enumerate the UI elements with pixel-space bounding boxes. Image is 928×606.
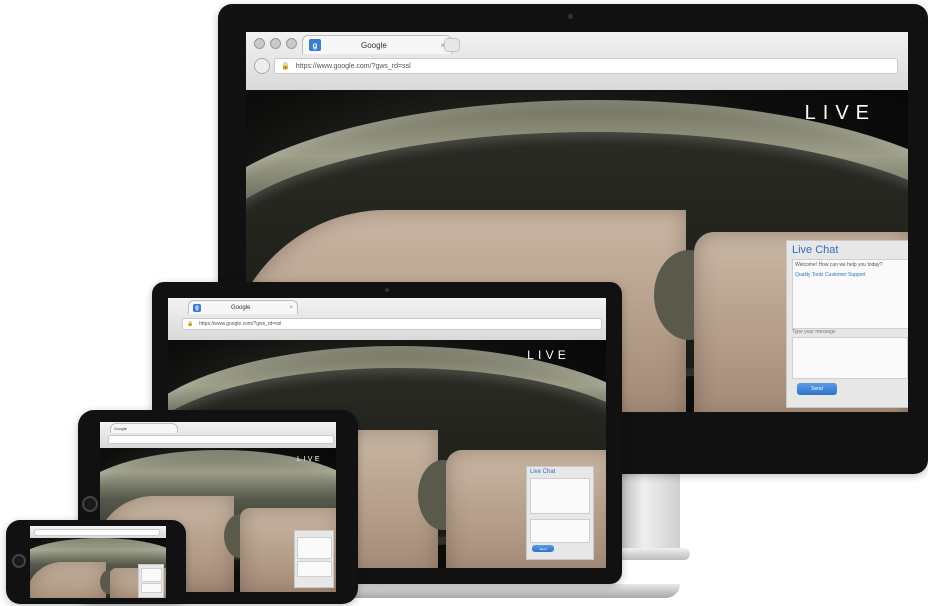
monitor-camera-icon [568,14,573,19]
browser-tab[interactable]: g Google × [188,300,298,314]
browser-chrome: Google [100,422,336,449]
address-bar[interactable] [108,435,334,444]
chat-send-button[interactable]: Send [532,545,554,552]
phone-screen [30,526,166,598]
chat-transcript: Welcome! How can we help you today? Qual… [792,259,908,329]
chat-transcript [141,568,162,582]
address-bar[interactable]: 🔒 https://www.google.com/?gws_rd=ssl [182,318,602,330]
close-window-icon[interactable] [254,38,265,49]
new-tab-button[interactable] [444,38,460,52]
chat-transcript [297,537,332,559]
live-chat-panel: Live Chat Welcome! How can we help you t… [786,240,908,408]
chat-transcript [530,478,590,514]
browser-tab[interactable]: Google [110,423,178,433]
tablet-home-button-icon[interactable] [82,496,98,512]
chat-message-input[interactable] [792,337,908,379]
google-favicon-icon: g [309,39,321,51]
url-text: https://www.google.com/?gws_rd=ssl [199,321,282,327]
laptop-camera-icon [385,288,389,292]
chat-message-input[interactable] [297,561,332,577]
maximize-window-icon[interactable] [286,38,297,49]
smartphone [6,520,186,604]
chat-message-input[interactable] [530,519,590,543]
browser-tab[interactable]: g Google × [302,35,452,54]
lock-icon: 🔒 [187,321,194,327]
browser-chrome: g Google × 🔒 https://www.google.com/?gws… [246,32,908,91]
lock-icon: 🔒 [281,63,290,70]
minimize-window-icon[interactable] [270,38,281,49]
monitor-stand [620,474,680,552]
chat-input-label: Type your message [792,329,836,335]
live-chat-panel: Live Chat Send [526,466,594,560]
live-label: LIVE [804,102,876,124]
feed-tooth-left [30,562,106,598]
phone-home-button-icon[interactable] [12,554,26,568]
tab-close-icon[interactable]: × [289,305,293,311]
address-bar[interactable]: 🔒 https://www.google.com/?gws_rd=ssl [274,58,898,74]
window-controls [254,38,297,49]
live-chat-panel [138,564,164,598]
chat-title: Live Chat [792,244,839,256]
live-chat-panel [294,530,334,588]
tab-title: Google [231,304,251,311]
live-label: LIVE [527,348,570,362]
chat-send-button[interactable]: Send [797,383,837,395]
google-favicon-icon: g [193,303,201,312]
browser-chrome: g Google × 🔒 https://www.google.com/?gws… [168,298,606,341]
live-label: LIVE [297,456,322,463]
chat-message: Welcome! How can we help you today? [795,262,883,268]
chat-message: Quality Toolz Customer Support [795,272,866,278]
address-bar[interactable] [34,529,160,536]
back-button[interactable] [254,58,270,74]
chat-title: Live Chat [530,469,556,475]
url-text: https://www.google.com/?gws_rd=ssl [295,62,411,70]
tab-title: Google [361,40,387,50]
chat-message-input[interactable] [141,583,162,593]
tab-title: Google [114,426,127,431]
